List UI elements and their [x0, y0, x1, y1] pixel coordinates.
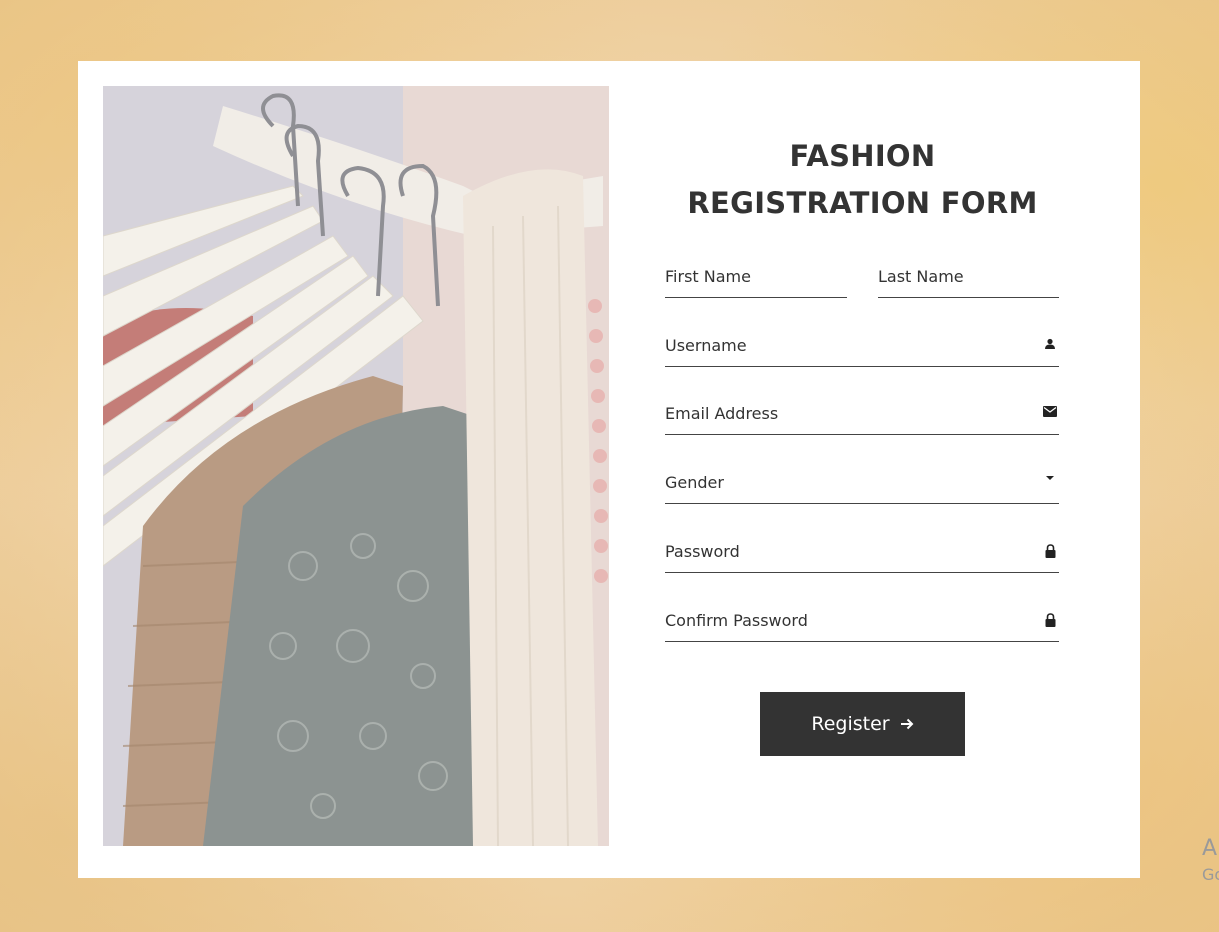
last-name-label: Last Name	[878, 267, 964, 286]
lock-icon	[1043, 613, 1057, 627]
password-label: Password	[665, 542, 740, 561]
gender-select[interactable]: Gender	[665, 467, 1059, 504]
watermark-line-1: A	[1202, 836, 1218, 861]
first-name-label: First Name	[665, 267, 751, 286]
password-field[interactable]: Password	[665, 536, 1059, 573]
first-name-field[interactable]: First Name	[665, 261, 847, 298]
confirm-password-field[interactable]: Confirm Password	[665, 605, 1059, 642]
form-title: FASHION REGISTRATION FORM	[665, 133, 1060, 227]
register-label: Register	[811, 713, 890, 735]
email-field[interactable]: Email Address	[665, 398, 1059, 435]
register-button[interactable]: Register	[760, 692, 965, 756]
last-name-field[interactable]: Last Name	[878, 261, 1059, 298]
title-line-2: REGISTRATION FORM	[687, 186, 1038, 220]
activation-watermark: A Go	[1202, 836, 1219, 888]
envelope-icon	[1043, 406, 1057, 420]
arrow-right-icon	[900, 714, 914, 735]
username-field[interactable]: Username	[665, 330, 1059, 367]
username-label: Username	[665, 336, 747, 355]
person-icon	[1043, 338, 1057, 352]
title-line-1: FASHION	[789, 139, 936, 173]
registration-card: FASHION REGISTRATION FORM First Name Las…	[78, 61, 1140, 878]
lock-icon	[1043, 544, 1057, 558]
gender-label: Gender	[665, 473, 724, 492]
email-label: Email Address	[665, 404, 779, 423]
watermark-line-2: Go	[1202, 865, 1219, 884]
caret-down-icon	[1043, 470, 1057, 484]
clothing-rack-photo	[103, 86, 609, 846]
confirm-password-label: Confirm Password	[665, 611, 808, 630]
